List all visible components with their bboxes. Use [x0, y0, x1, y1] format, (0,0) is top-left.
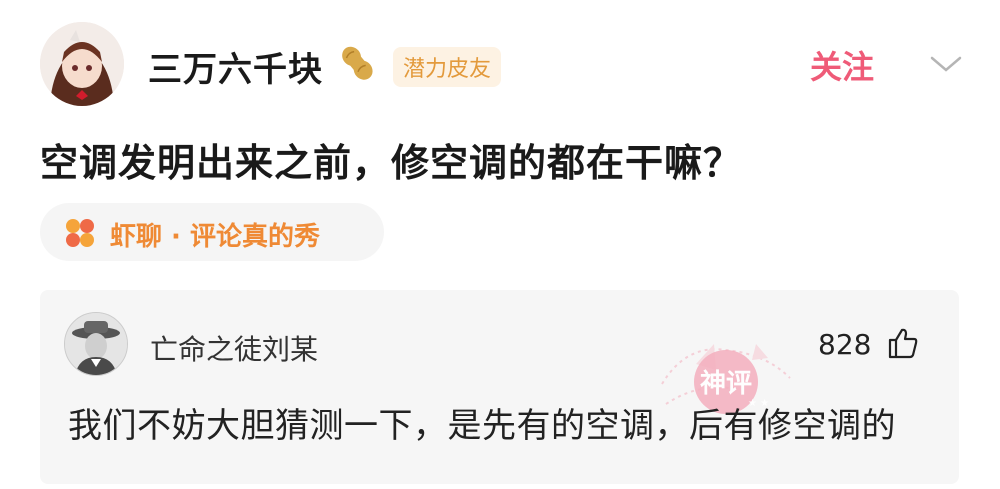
chevron-down-icon[interactable] [928, 52, 964, 76]
commenter-avatar[interactable] [64, 312, 128, 376]
thumbs-up-icon[interactable] [886, 326, 920, 360]
like-count: 828 [818, 328, 872, 361]
channel-label: 虾聊 · 评论真的秀 [110, 222, 320, 252]
post-header: 三万六千块 潜力皮友 关注 [40, 22, 970, 106]
top-comment[interactable]: 亡命之徒刘某 神评 ★ ★ 828 我们不妨大胆猜测一下，是先有的空调，后有修空… [40, 290, 959, 484]
stamp-text: 神评 [700, 369, 752, 399]
app-grid-icon [66, 219, 94, 247]
commenter-name[interactable]: 亡命之徒刘某 [150, 328, 318, 368]
author-name[interactable]: 三万六千块 [148, 42, 323, 91]
post-title[interactable]: 空调发明出来之前，修空调的都在干嘛？ [40, 132, 742, 187]
follow-button[interactable]: 关注 [810, 42, 874, 88]
comment-text: 我们不妨大胆猜测一下，是先有的空调，后有修空调的 [68, 406, 896, 446]
author-badge: 潜力皮友 [393, 47, 502, 87]
channel-tag[interactable]: 虾聊 · 评论真的秀 [40, 203, 384, 261]
peanut-icon [342, 46, 373, 80]
author-avatar[interactable] [40, 22, 124, 106]
